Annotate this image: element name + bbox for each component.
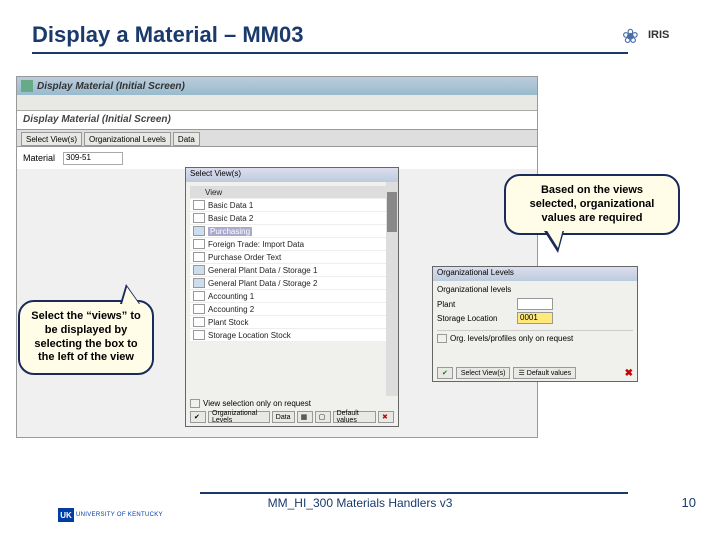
sloc-input[interactable]: 0001	[517, 312, 553, 324]
view-label: Accounting 2	[208, 305, 254, 314]
uk-text: UNIVERSITY OF KENTUCKY	[76, 512, 163, 518]
select-views-dialog: Select View(s) View Basic Data 1 Basic D…	[185, 167, 399, 427]
view-row[interactable]: Basic Data 1	[190, 199, 394, 212]
views-group-header: View	[205, 188, 222, 197]
callout-text: Select the “views” to be displayed by se…	[31, 310, 140, 363]
view-row[interactable]: Basic Data 2	[190, 212, 394, 225]
views-scrollbar[interactable]	[386, 182, 398, 396]
page-number: 10	[682, 495, 696, 510]
view-checkbox[interactable]	[193, 278, 205, 288]
view-row[interactable]: Foreign Trade: Import Data	[190, 238, 394, 251]
list-icon: ☰	[518, 369, 524, 377]
window-title: Display Material (Initial Screen)	[37, 81, 185, 92]
close-icon: ✖	[625, 368, 633, 379]
view-row[interactable]: General Plant Data / Storage 2	[190, 277, 394, 290]
iris-text: IRIS	[648, 29, 669, 41]
select-views-button[interactable]: Select View(s)	[21, 132, 82, 146]
callout-text: Based on the views selected, organizatio…	[530, 184, 655, 224]
view-label: Basic Data 2	[208, 214, 253, 223]
view-label: Plant Stock	[208, 318, 248, 327]
uk-badge: UK	[58, 508, 74, 522]
org-levels-button[interactable]: Organizational Levels	[84, 132, 171, 146]
material-label: Material	[23, 153, 55, 163]
view-row[interactable]: Accounting 1	[190, 290, 394, 303]
deselect-all-button[interactable]: ▢	[315, 411, 331, 423]
select-views-button[interactable]: Select View(s)	[456, 367, 511, 379]
view-label: Foreign Trade: Import Data	[208, 240, 304, 249]
default-values-button[interactable]: ☰ Default values	[513, 367, 576, 379]
view-checkbox[interactable]	[193, 265, 205, 275]
view-checkbox[interactable]	[193, 304, 205, 314]
callout-org-values: Based on the views selected, organizatio…	[504, 174, 680, 235]
org-only-on-request-label: Org. levels/profiles only on request	[450, 334, 573, 343]
view-row[interactable]: Plant Stock	[190, 316, 394, 329]
view-checkbox[interactable]	[193, 252, 205, 262]
view-checkbox[interactable]	[193, 200, 205, 210]
view-row[interactable]: Storage Location Stock	[190, 329, 394, 342]
plant-label: Plant	[437, 300, 517, 309]
view-row[interactable]: Purchase Order Text	[190, 251, 394, 264]
footer-rule	[200, 492, 628, 494]
slide-title: Display a Material – MM03	[32, 22, 303, 48]
view-checkbox[interactable]	[193, 330, 205, 340]
deselect-icon: ▢	[319, 413, 327, 421]
iris-logo: IRIS	[622, 20, 686, 50]
view-label: Accounting 1	[208, 292, 254, 301]
select-all-icon: ▦	[301, 413, 309, 421]
button-row: Select View(s) Organizational Levels Dat…	[17, 129, 537, 147]
org-levels-button[interactable]: Organizational Levels	[208, 411, 270, 423]
data-button[interactable]: Data	[272, 411, 295, 423]
org-subheader: Organizational levels	[437, 285, 633, 294]
org-dialog-title: Organizational Levels	[433, 267, 637, 281]
material-input[interactable]: 309-51	[63, 152, 123, 165]
app-icon	[21, 80, 33, 92]
plant-input[interactable]	[517, 298, 553, 310]
cancel-button[interactable]: ✖	[378, 411, 394, 423]
sap-screenshot: Display Material (Initial Screen) Displa…	[16, 76, 538, 438]
view-label: Basic Data 1	[208, 201, 253, 210]
ok-button[interactable]: ✔	[190, 411, 206, 423]
view-checkbox[interactable]	[193, 213, 205, 223]
material-row: Material 309-51	[17, 147, 537, 169]
view-checkbox[interactable]	[193, 291, 205, 301]
view-checkbox[interactable]	[193, 317, 205, 327]
data-button[interactable]: Data	[173, 132, 200, 146]
view-row[interactable]: Purchasing	[190, 225, 394, 238]
views-dialog-title: Select View(s)	[186, 168, 398, 182]
view-label: General Plant Data / Storage 1	[208, 266, 317, 275]
check-icon: ✔	[194, 413, 202, 421]
view-label: Purchase Order Text	[208, 253, 281, 262]
window-titlebar: Display Material (Initial Screen)	[17, 77, 537, 95]
screen-subtitle: Display Material (Initial Screen)	[17, 111, 537, 129]
only-on-request-label: View selection only on request	[203, 399, 311, 408]
view-checkbox[interactable]	[193, 226, 205, 236]
view-row[interactable]: General Plant Data / Storage 1	[190, 264, 394, 277]
default-values-button[interactable]: Default values	[333, 411, 376, 423]
view-label: Storage Location Stock	[208, 331, 291, 340]
only-on-request-checkbox[interactable]	[190, 399, 200, 408]
org-only-on-request-checkbox[interactable]	[437, 334, 447, 343]
callout-select-views: Select the “views” to be displayed by se…	[18, 300, 154, 375]
close-icon: ✖	[382, 413, 390, 421]
toolbar	[17, 95, 537, 111]
check-icon: ✔	[442, 369, 448, 377]
view-row[interactable]: Accounting 2	[190, 303, 394, 316]
iris-flower-icon	[622, 24, 644, 46]
uk-logo: UK UNIVERSITY OF KENTUCKY	[58, 508, 163, 522]
footer-title: MM_HI_300 Materials Handlers v3	[0, 496, 720, 510]
cancel-button[interactable]: ✖	[625, 368, 633, 379]
views-list: View Basic Data 1 Basic Data 2 Purchasin…	[190, 186, 394, 342]
sloc-label: Storage Location	[437, 314, 517, 323]
select-all-button[interactable]: ▦	[297, 411, 313, 423]
view-label: Purchasing	[208, 227, 252, 236]
org-levels-dialog: Organizational Levels Organizational lev…	[432, 266, 638, 382]
view-checkbox[interactable]	[193, 239, 205, 249]
view-label: General Plant Data / Storage 2	[208, 279, 317, 288]
ok-button[interactable]: ✔	[437, 367, 453, 379]
